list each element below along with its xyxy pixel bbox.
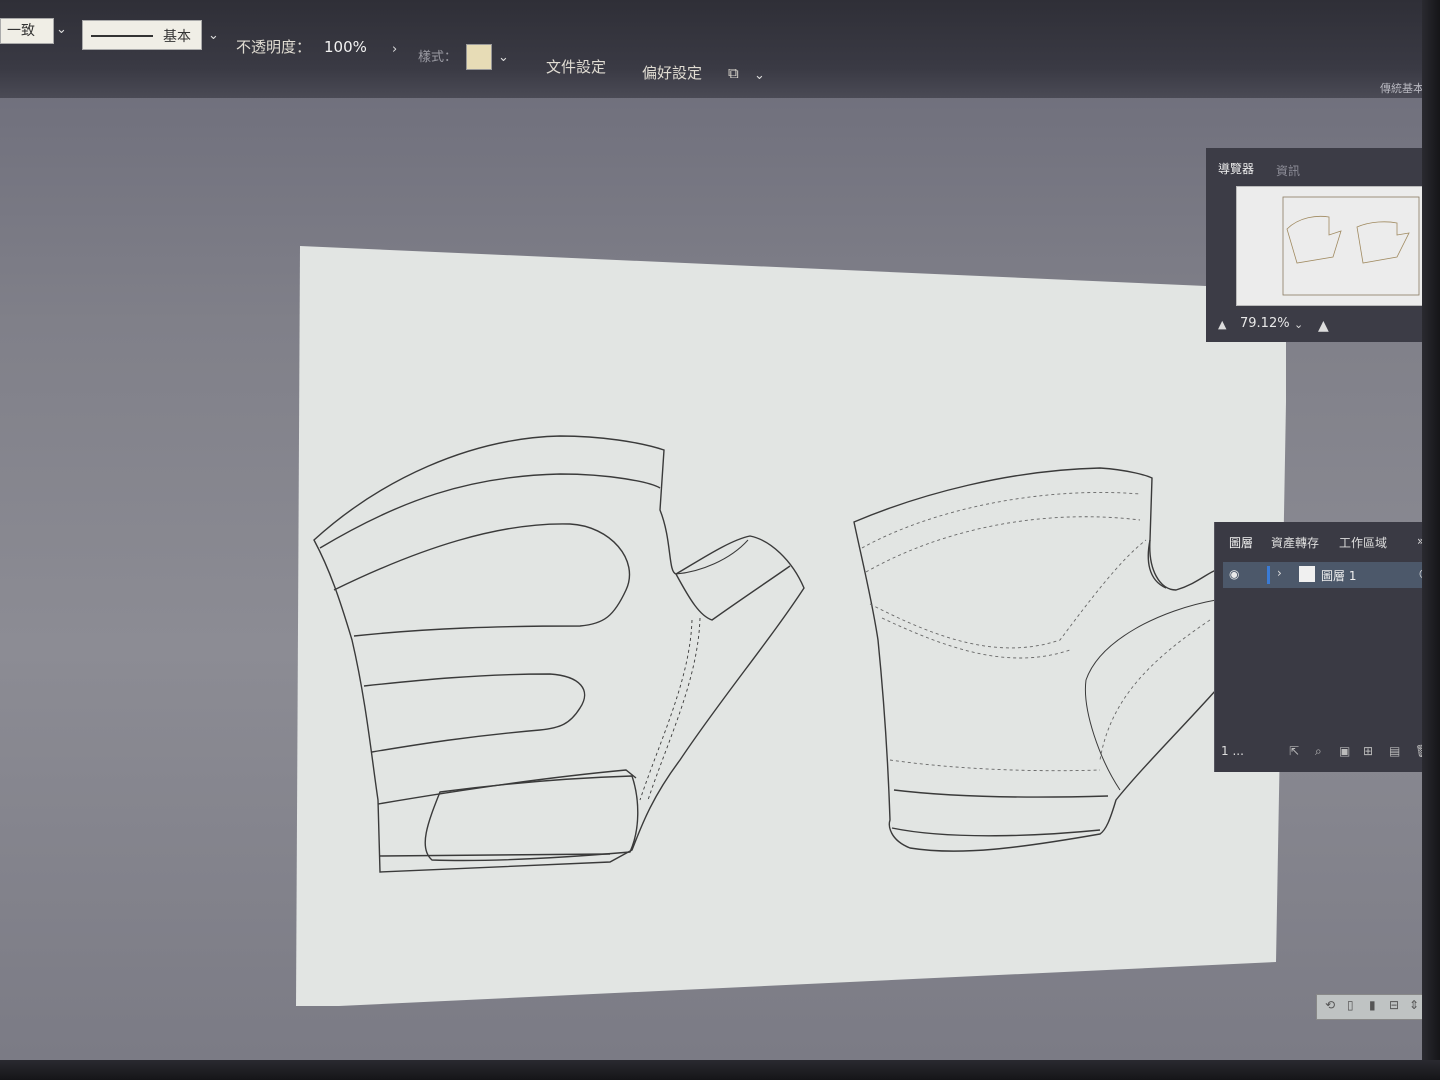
glove-right-stitch-4 [881,617,1071,659]
glove-right-outline [853,467,1217,852]
glove-left-thumb-inner [675,539,749,575]
glove-right-stitch-5 [889,759,1101,772]
glove-left-stitch-2 [647,617,701,801]
layer-row[interactable]: ◉ › 圖層 1 ○ [1223,562,1437,588]
rotate-icon[interactable]: ⟲ [1325,998,1335,1012]
new-layer-icon[interactable]: ▤ [1389,744,1400,758]
glove-left-band-4 [377,769,637,805]
export-icon[interactable]: ⇱ [1289,744,1299,758]
chevron-updown-icon[interactable]: ⇕ [1409,998,1419,1012]
new-sublayer-icon[interactable]: ⊞ [1363,744,1373,758]
chevron-down-icon[interactable]: ⌄ [1294,318,1303,331]
glove-right-cuff [893,789,1109,798]
glove-left-cuff-patch [424,775,639,862]
status-icon[interactable]: ⊟ [1389,998,1399,1012]
glove-left-band-3 [363,673,586,753]
glove-left-band-2 [333,523,631,637]
artboard-nav-icon[interactable]: ▯ [1347,998,1354,1012]
glove-left-outline [313,435,805,873]
glove-left-stitch [639,619,693,801]
status-bar: ⟲ ▯ ▮ ⊟ ⇕ [1316,994,1424,1020]
glove-right-stitch-3 [869,539,1147,649]
navigator-panel: 導覽器 資訊 ▲ 79.12% ⌄ ▲ [1206,148,1440,342]
navigator-preview [1282,196,1420,296]
layers-panel: 圖層 資產轉存 工作區域 » ◉ › 圖層 1 ○ 1 ... ⇱ ⌕ ▣ ⊞ … [1214,522,1440,772]
zoom-out-icon[interactable]: ▲ [1218,318,1226,331]
tab-asset-export[interactable]: 資產轉存 [1271,534,1319,551]
expand-arrow-icon[interactable]: › [1277,566,1282,580]
layer-name[interactable]: 圖層 1 [1321,567,1356,584]
glove-left-thumb [675,565,791,621]
zoom-value[interactable]: 79.12% [1240,316,1290,331]
glove-right-stitch-2 [865,516,1141,573]
monitor-bezel-right [1422,0,1440,1080]
artboard-nav-icon[interactable]: ▮ [1369,998,1376,1012]
clipping-mask-icon[interactable]: ▣ [1339,744,1350,758]
tab-navigator[interactable]: 導覽器 [1218,160,1254,177]
navigator-thumbnail[interactable] [1236,186,1438,306]
glove-left-band-1 [319,473,661,549]
layer-count: 1 ... [1221,744,1244,758]
glove-right-stitch-1 [861,492,1141,549]
search-icon[interactable]: ⌕ [1315,744,1322,759]
layer-thumbnail [1299,566,1315,582]
glove-right-bottom [891,827,1101,837]
monitor-bezel-bottom [0,1060,1440,1080]
eye-icon[interactable]: ◉ [1229,567,1239,581]
tab-layers[interactable]: 圖層 [1229,534,1253,551]
tab-artboards[interactable]: 工作區域 [1339,534,1387,551]
layer-color-bar [1267,566,1270,584]
tab-info[interactable]: 資訊 [1276,162,1300,179]
zoom-in-icon[interactable]: ▲ [1318,318,1329,334]
